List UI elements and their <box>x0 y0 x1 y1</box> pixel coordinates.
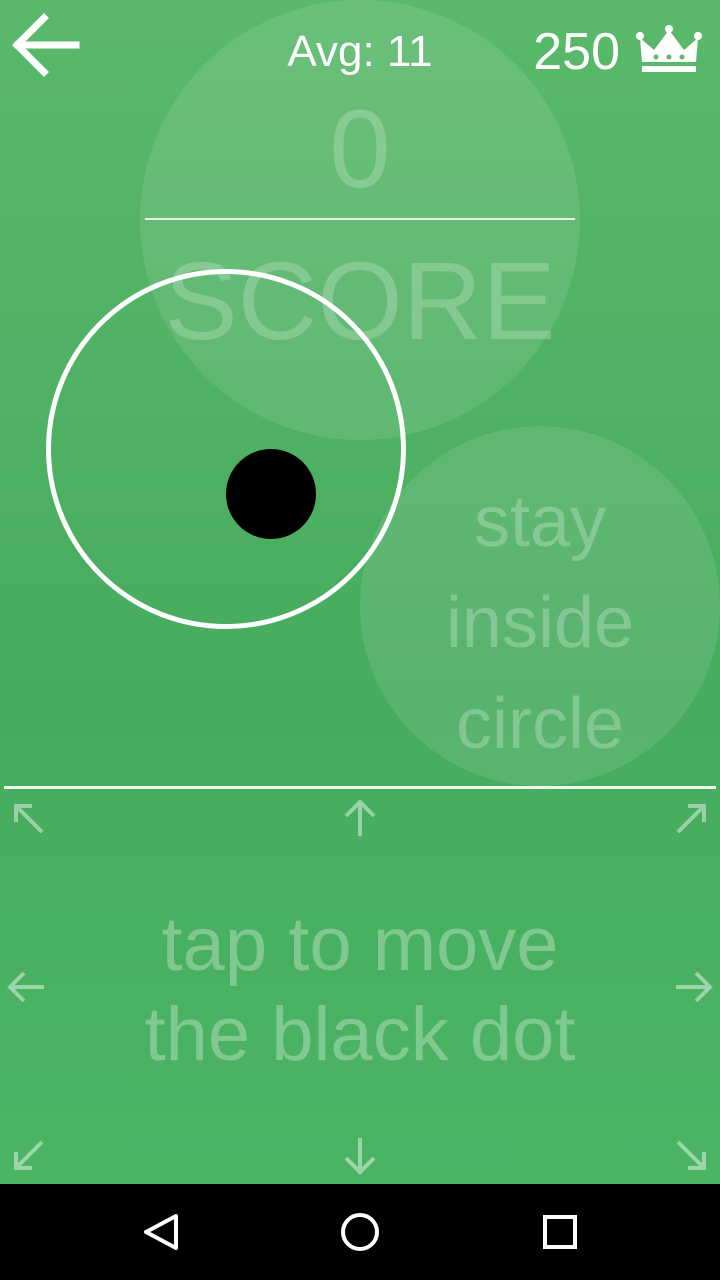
hint-line: stay <box>473 482 607 562</box>
hint-line: circle <box>455 684 624 764</box>
target-circle <box>46 269 406 629</box>
game-screen[interactable]: 0 SCORE stay inside circle Avg: 11 250 t… <box>0 0 720 1184</box>
best-score: 250 <box>533 23 620 81</box>
arrow-left-icon[interactable] <box>10 12 80 78</box>
arrow-up-left-icon[interactable] <box>8 798 48 838</box>
average-score: Avg: 11 <box>287 27 433 76</box>
arrow-down-left-icon[interactable] <box>8 1136 48 1176</box>
recents-square-icon[interactable] <box>530 1202 590 1262</box>
instruction-line: the black dot <box>144 992 576 1077</box>
score-value: 0 <box>329 88 391 211</box>
crown-icon <box>636 24 702 76</box>
hint-line: inside <box>445 583 635 663</box>
instruction-line: tap to move <box>161 902 559 987</box>
arrow-down-right-icon[interactable] <box>672 1136 712 1176</box>
control-area-divider <box>4 786 716 789</box>
black-dot <box>226 449 316 539</box>
arrow-up-icon[interactable] <box>340 798 380 838</box>
tap-instruction: tap to move the black dot <box>0 900 720 1080</box>
hint-text: stay inside circle <box>360 472 720 775</box>
arrow-up-right-icon[interactable] <box>672 798 712 838</box>
home-circle-icon[interactable] <box>330 1202 390 1262</box>
back-triangle-icon[interactable] <box>130 1202 190 1262</box>
score-divider <box>145 218 575 220</box>
arrow-down-icon[interactable] <box>340 1136 380 1176</box>
system-navigation-bar <box>0 1184 720 1280</box>
